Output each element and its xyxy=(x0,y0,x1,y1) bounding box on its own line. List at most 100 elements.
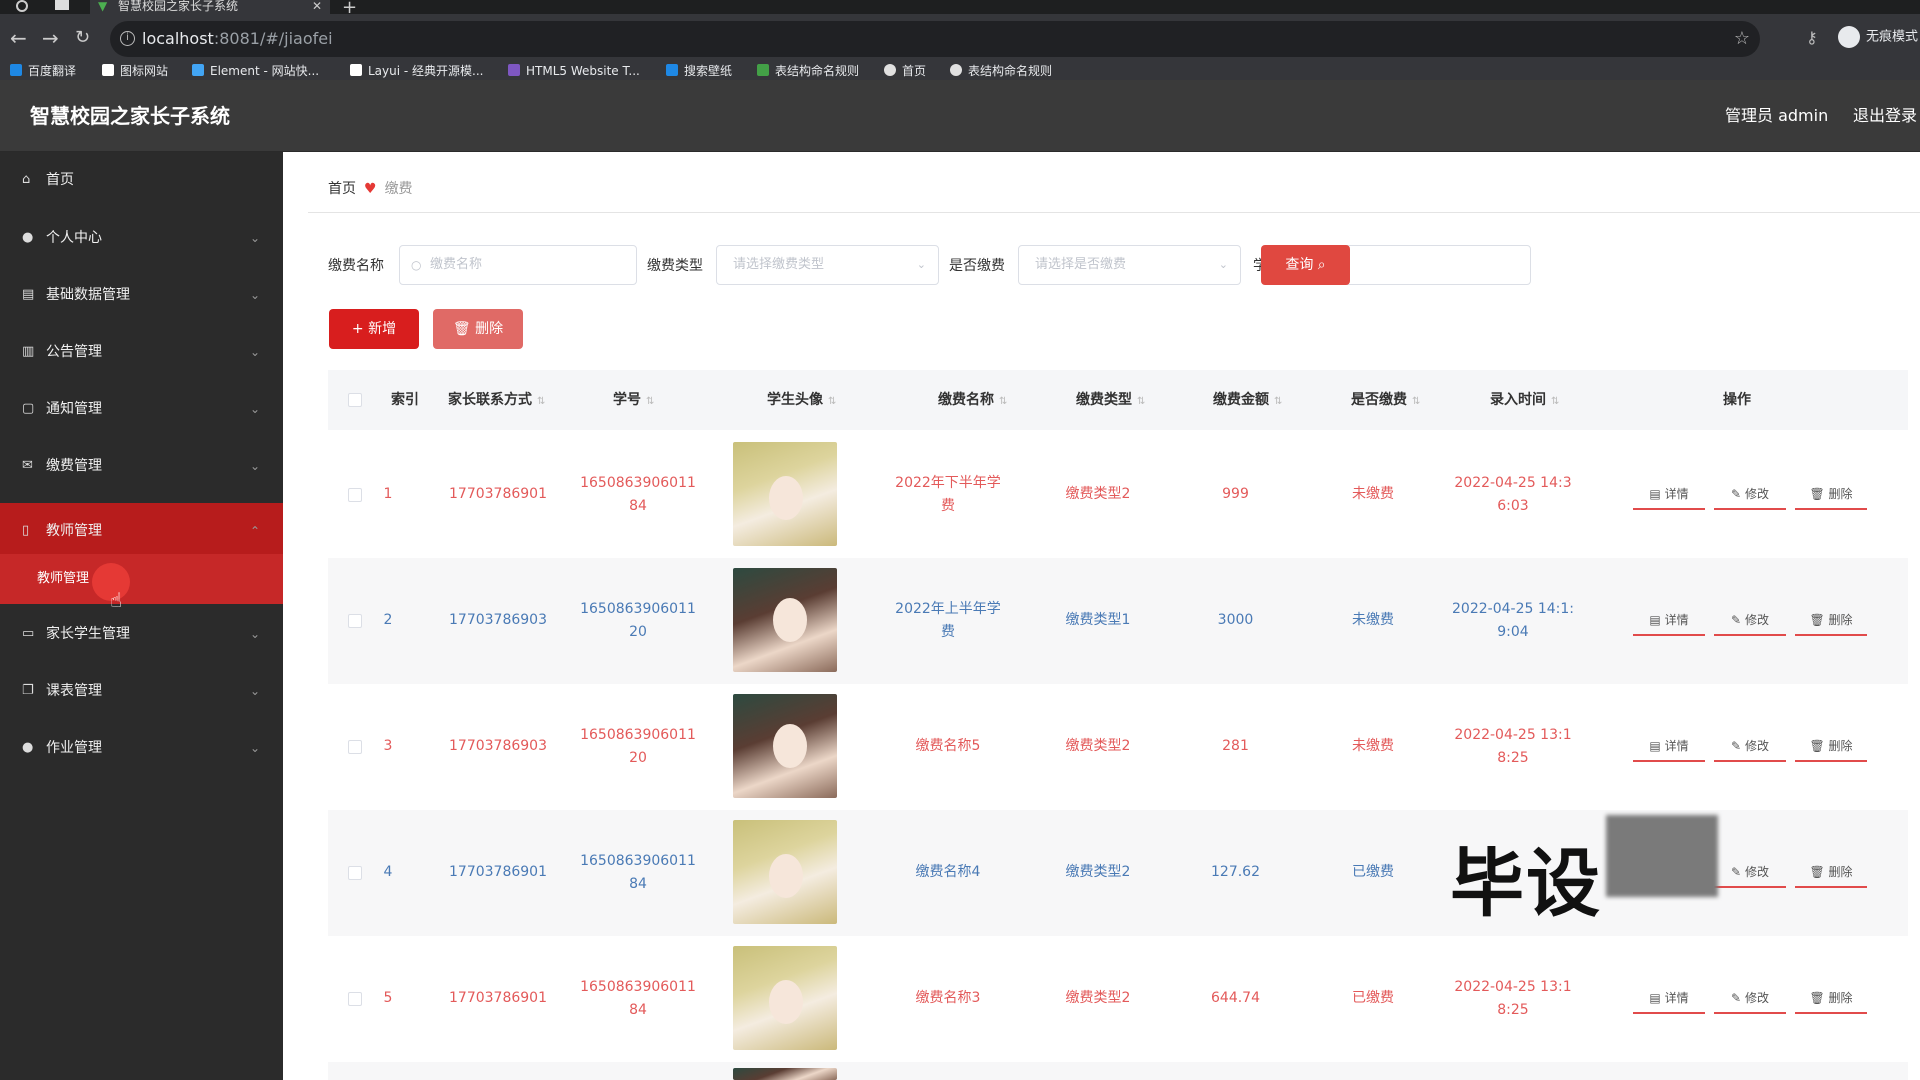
payment-name-input[interactable]: ○ 缴费名称 xyxy=(399,245,637,285)
payment-type-select[interactable]: 请选择缴费类型 ⌄ xyxy=(716,245,939,285)
search-icon: ⌕ xyxy=(1317,257,1326,273)
query-button[interactable]: 查询 ⌕ xyxy=(1261,245,1350,285)
bookmark-item[interactable]: 表结构命名规则 xyxy=(950,64,1052,78)
detail-button[interactable]: ▤ 详情 xyxy=(1633,984,1705,1014)
select-all-checkbox[interactable] xyxy=(348,393,362,407)
col-entry-time[interactable]: 录入时间 ⇅ xyxy=(1490,370,1559,432)
sidebar-item-schedule[interactable]: ❐ 课表管理 ⌄ xyxy=(0,663,283,719)
site-info-icon[interactable]: i xyxy=(120,31,135,46)
sort-icon[interactable]: ⇅ xyxy=(1412,396,1420,407)
edit-label: 修改 xyxy=(1744,865,1769,879)
chart-icon: ▥ xyxy=(22,344,35,359)
edit-button[interactable]: ✎ 修改 xyxy=(1714,984,1786,1014)
edit-button[interactable]: ✎ 修改 xyxy=(1714,606,1786,636)
close-tab-icon[interactable]: ✕ xyxy=(312,0,322,12)
user-icon: ● xyxy=(22,230,34,245)
sidebar-item-homework[interactable]: ● 作业管理 ⌄ xyxy=(0,720,283,776)
delete-button[interactable]: 🗑 删除 xyxy=(1795,480,1867,510)
bookmark-item[interactable]: Layui - 经典开源模... xyxy=(350,64,483,78)
sidebar-item-basic-data[interactable]: ▤ 基础数据管理 ⌄ xyxy=(0,267,283,323)
incognito-indicator[interactable]: 无痕模式 xyxy=(1838,26,1918,49)
reload-icon[interactable]: ↻ xyxy=(75,28,90,48)
sort-icon[interactable]: ⇅ xyxy=(1551,396,1559,407)
edit-label: 修改 xyxy=(1744,487,1769,501)
sort-icon[interactable]: ⇅ xyxy=(1137,396,1145,407)
delete-label: 删除 xyxy=(1828,613,1853,627)
col-payment-type[interactable]: 缴费类型 ⇅ xyxy=(1076,370,1145,432)
sidebar-item-notice[interactable]: ▢ 通知管理 ⌄ xyxy=(0,381,283,437)
filter-paid-label: 是否缴费 xyxy=(949,258,1005,274)
col-label: 录入时间 xyxy=(1490,392,1546,408)
trash-icon: 🗑 xyxy=(1809,739,1825,753)
sidebar-item-personal-center[interactable]: ● 个人中心 ⌄ xyxy=(0,210,283,266)
edit-button[interactable]: ✎ 修改 xyxy=(1714,480,1786,510)
detail-button[interactable]: ▤ 详情 xyxy=(1633,480,1705,510)
sidebar-item-parent-student[interactable]: ▭ 家长学生管理 ⌄ xyxy=(0,606,283,662)
row-checkbox[interactable] xyxy=(348,992,362,1006)
student-no-line: 1650863906011 xyxy=(580,727,696,743)
col-paid[interactable]: 是否缴费 ⇅ xyxy=(1351,370,1420,432)
delete-button[interactable]: 🗑 删除 xyxy=(1795,858,1867,888)
bookmark-item[interactable]: Element - 网站快... xyxy=(192,64,319,78)
delete-button[interactable]: 🗑 删除 xyxy=(1795,732,1867,762)
bookmark-item[interactable]: 百度翻译 xyxy=(10,64,76,78)
col-payment-name[interactable]: 缴费名称 ⇅ xyxy=(938,370,1007,432)
batch-delete-button[interactable]: 🗑 删除 xyxy=(433,309,523,349)
family-icon: ▭ xyxy=(22,626,35,641)
back-icon[interactable]: ← xyxy=(10,28,27,48)
bookmark-star-icon[interactable]: ☆ xyxy=(1734,21,1750,57)
detail-label: 详情 xyxy=(1664,613,1689,627)
schedule-icon: ❐ xyxy=(22,683,34,698)
detail-button[interactable]: ▤ 详情 xyxy=(1633,732,1705,762)
delete-button[interactable]: 🗑 删除 xyxy=(1795,606,1867,636)
sidebar-item-home[interactable]: ⌂ 首页 xyxy=(0,152,283,208)
sort-icon[interactable]: ⇅ xyxy=(828,396,836,407)
edit-button[interactable]: ✎ 修改 xyxy=(1714,858,1786,888)
row-checkbox[interactable] xyxy=(348,614,362,628)
window-icon[interactable] xyxy=(55,0,69,10)
browser-tab[interactable]: ▼ 智慧校园之家长子系统 ✕ xyxy=(90,0,330,14)
row-checkbox[interactable] xyxy=(348,740,362,754)
sidebar-item-label: 缴费管理 xyxy=(46,458,102,474)
sidebar-item-teacher[interactable]: ▯ 教师管理 ⌃ xyxy=(0,503,283,559)
col-student-no[interactable]: 学号 ⇅ xyxy=(613,370,654,432)
sort-icon[interactable]: ⇅ xyxy=(646,396,654,407)
bookmark-item[interactable]: 图标网站 xyxy=(102,64,168,78)
sort-icon[interactable]: ⇅ xyxy=(537,396,545,407)
sidebar-item-announcement[interactable]: ▥ 公告管理 ⌄ xyxy=(0,324,283,380)
col-parent-phone[interactable]: 家长联系方式 ⇅ xyxy=(448,370,545,432)
breadcrumb-home[interactable]: 首页 xyxy=(328,181,356,197)
paid-status-select[interactable]: 请选择是否缴费 ⌄ xyxy=(1018,245,1241,285)
add-button[interactable]: + 新增 xyxy=(329,309,419,349)
detail-button[interactable]: ▤ 详情 xyxy=(1633,606,1705,636)
filter-name-label: 缴费名称 xyxy=(328,258,384,274)
cell-amount: 644.74 xyxy=(1211,990,1260,1006)
delete-label: 删除 xyxy=(1828,865,1853,879)
sidebar: ⌂ 首页 ● 个人中心 ⌄ ▤ 基础数据管理 ⌄ ▥ 公告管理 ⌄ ▢ 通知管理… xyxy=(0,152,283,1080)
row-checkbox[interactable] xyxy=(348,488,362,502)
col-student-avatar[interactable]: 学生头像 ⇅ xyxy=(767,370,836,432)
bookmark-item[interactable]: HTML5 Website T... xyxy=(508,64,640,78)
sort-icon[interactable]: ⇅ xyxy=(1274,396,1282,407)
cell-index: 5 xyxy=(383,990,393,1006)
browser-menu-icon[interactable] xyxy=(16,0,28,12)
trash-icon: 🗑 xyxy=(1809,487,1825,501)
heart-icon: ♥ xyxy=(364,181,377,197)
password-key-icon[interactable]: ⚷ xyxy=(1806,28,1818,47)
delete-button[interactable]: 🗑 删除 xyxy=(1795,984,1867,1014)
sidebar-item-payment[interactable]: ✉ 缴费管理 ⌄ xyxy=(0,438,283,494)
url-input[interactable]: i localhost:8081/#/jiaofei ☆ xyxy=(110,21,1760,57)
bookmark-item[interactable]: 表结构命名规则 xyxy=(757,64,859,78)
bookmark-item[interactable]: 搜索壁纸 xyxy=(666,64,732,78)
bookmark-item[interactable]: 首页 xyxy=(884,64,926,78)
edit-button[interactable]: ✎ 修改 xyxy=(1714,732,1786,762)
forward-icon[interactable]: → xyxy=(42,28,59,48)
trash-icon: 🗑 xyxy=(1809,613,1825,627)
sidebar-subitem-teacher[interactable]: 教师管理 xyxy=(0,554,283,604)
logout-button[interactable]: 退出登录 xyxy=(1853,80,1917,152)
payment-name-placeholder: 缴费名称 xyxy=(430,257,483,272)
sort-icon[interactable]: ⇅ xyxy=(999,396,1007,407)
row-checkbox[interactable] xyxy=(348,866,362,880)
filter-type-label: 缴费类型 xyxy=(647,258,703,274)
col-amount[interactable]: 缴费金额 ⇅ xyxy=(1213,370,1282,432)
